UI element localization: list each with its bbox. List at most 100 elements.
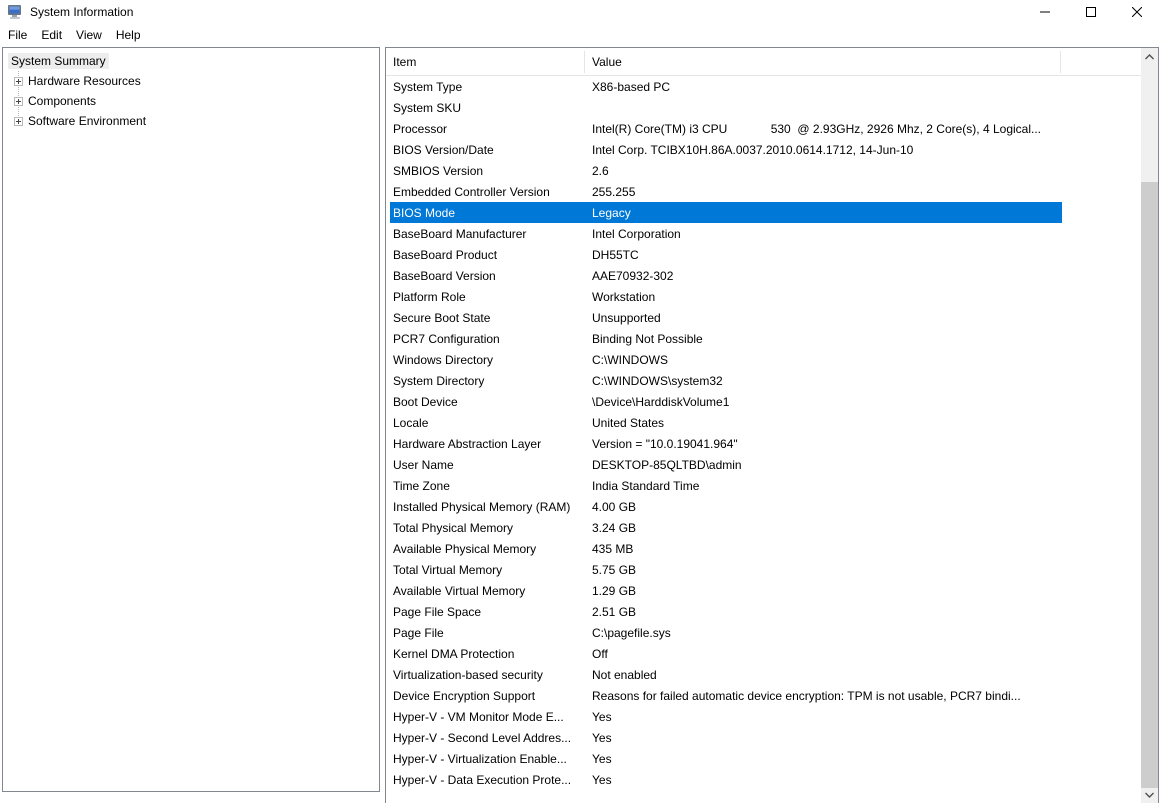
sidebar-item-label: Software Environment	[28, 114, 146, 128]
item-cell: Page File Space	[390, 605, 584, 619]
item-cell: SMBIOS Version	[390, 164, 584, 178]
item-cell: User Name	[390, 458, 584, 472]
table-row[interactable]: Hyper-V - Virtualization Enable...Yes	[390, 748, 1062, 769]
table-row[interactable]: Available Physical Memory435 MB	[390, 538, 1062, 559]
scroll-up-icon[interactable]	[1141, 48, 1158, 65]
item-cell: System Directory	[390, 374, 584, 388]
table-row[interactable]: SMBIOS Version2.6	[390, 160, 1062, 181]
value-cell: Off	[584, 647, 1052, 661]
table-row[interactable]: User NameDESKTOP-85QLTBD\admin	[390, 454, 1062, 475]
value-cell: Binding Not Possible	[584, 332, 1052, 346]
table-row[interactable]: BIOS ModeLegacy	[390, 202, 1062, 223]
table-row[interactable]: Secure Boot StateUnsupported	[390, 307, 1062, 328]
table-row[interactable]: PCR7 ConfigurationBinding Not Possible	[390, 328, 1062, 349]
expand-plus-icon[interactable]	[14, 77, 23, 86]
item-cell: Hyper-V - Data Execution Prote...	[390, 773, 584, 787]
table-row[interactable]: Windows DirectoryC:\WINDOWS	[390, 349, 1062, 370]
menu-help[interactable]: Help	[116, 28, 141, 42]
sidebar-item-label: Hardware Resources	[28, 74, 141, 88]
table-row[interactable]: Page FileC:\pagefile.sys	[390, 622, 1062, 643]
table-row[interactable]: System SKU	[390, 97, 1062, 118]
sidebar-item-label: Components	[28, 94, 96, 108]
table-row[interactable]: Available Virtual Memory1.29 GB	[390, 580, 1062, 601]
value-cell: Workstation	[584, 290, 1052, 304]
table-row[interactable]: Hyper-V - Data Execution Prote...Yes	[390, 769, 1062, 790]
system-information-app-icon	[7, 4, 24, 20]
value-cell: Reasons for failed automatic device encr…	[584, 689, 1052, 703]
table-row[interactable]: BIOS Version/DateIntel Corp. TCIBX10H.86…	[390, 139, 1062, 160]
value-cell: 5.75 GB	[584, 563, 1052, 577]
scrollbar-thumb[interactable]	[1141, 182, 1158, 788]
scroll-down-icon[interactable]	[1141, 786, 1158, 803]
column-divider[interactable]	[584, 51, 585, 73]
table-row[interactable]: BaseBoard VersionAAE70932-302	[390, 265, 1062, 286]
sidebar-item-components[interactable]: Components	[3, 91, 379, 111]
value-cell: C:\WINDOWS	[584, 353, 1052, 367]
column-header-item[interactable]: Item	[393, 55, 416, 69]
item-cell: BaseBoard Manufacturer	[390, 227, 584, 241]
item-cell: Time Zone	[390, 479, 584, 493]
item-cell: Platform Role	[390, 290, 584, 304]
menu-edit[interactable]: Edit	[41, 28, 62, 42]
table-row[interactable]: Hyper-V - Second Level Addres...Yes	[390, 727, 1062, 748]
table-row[interactable]: Embedded Controller Version255.255	[390, 181, 1062, 202]
column-header-value[interactable]: Value	[592, 55, 622, 69]
table-row[interactable]: Boot Device\Device\HarddiskVolume1	[390, 391, 1062, 412]
value-cell: India Standard Time	[584, 479, 1052, 493]
expand-plus-icon[interactable]	[14, 97, 23, 106]
column-divider[interactable]	[1060, 51, 1061, 73]
table-row[interactable]: BaseBoard ProductDH55TC	[390, 244, 1062, 265]
tree-children: Hardware Resources Components Software Env…	[3, 71, 379, 131]
table-row[interactable]: Time ZoneIndia Standard Time	[390, 475, 1062, 496]
table-row[interactable]: Hyper-V - VM Monitor Mode E...Yes	[390, 706, 1062, 727]
value-cell: Legacy	[584, 206, 1052, 220]
tree-root-label: System Summary	[8, 53, 109, 69]
menu-file[interactable]: File	[8, 28, 27, 42]
table-row[interactable]: Device Encryption SupportReasons for fai…	[390, 685, 1062, 706]
item-cell: Hyper-V - Second Level Addres...	[390, 731, 584, 745]
table-row[interactable]: Total Virtual Memory5.75 GB	[390, 559, 1062, 580]
table-row[interactable]: Total Physical Memory3.24 GB	[390, 517, 1062, 538]
minimize-button[interactable]	[1022, 0, 1068, 23]
table-row[interactable]: Kernel DMA ProtectionOff	[390, 643, 1062, 664]
value-cell: \Device\HarddiskVolume1	[584, 395, 1052, 409]
item-cell: Boot Device	[390, 395, 584, 409]
table-row[interactable]: Installed Physical Memory (RAM)4.00 GB	[390, 496, 1062, 517]
table-row[interactable]: BaseBoard ManufacturerIntel Corporation	[390, 223, 1062, 244]
category-tree-pane: System Summary Hardware Resources Compone…	[2, 47, 380, 792]
table-row[interactable]: Virtualization-based securityNot enabled	[390, 664, 1062, 685]
sidebar-item-software-environment[interactable]: Software Environment	[3, 111, 379, 131]
item-cell: Hardware Abstraction Layer	[390, 437, 584, 451]
item-cell: Hyper-V - VM Monitor Mode E...	[390, 710, 584, 724]
table-row[interactable]: Page File Space2.51 GB	[390, 601, 1062, 622]
item-cell: Locale	[390, 416, 584, 430]
item-cell: PCR7 Configuration	[390, 332, 584, 346]
list-rows: System TypeX86-based PCSystem SKUProcess…	[386, 76, 1141, 790]
value-cell: 3.24 GB	[584, 521, 1052, 535]
value-cell: 435 MB	[584, 542, 1052, 556]
table-row[interactable]: System DirectoryC:\WINDOWS\system32	[390, 370, 1062, 391]
value-cell: United States	[584, 416, 1052, 430]
item-cell: System Type	[390, 80, 584, 94]
table-row[interactable]: System TypeX86-based PC	[390, 76, 1062, 97]
menu-view[interactable]: View	[76, 28, 102, 42]
item-cell: Virtualization-based security	[390, 668, 584, 682]
table-row[interactable]: Hardware Abstraction LayerVersion = "10.…	[390, 433, 1062, 454]
item-cell: Total Physical Memory	[390, 521, 584, 535]
expand-plus-icon[interactable]	[14, 117, 23, 126]
maximize-button[interactable]	[1068, 0, 1114, 23]
close-button[interactable]	[1114, 0, 1160, 23]
value-cell: 2.6	[584, 164, 1052, 178]
table-row[interactable]: Platform RoleWorkstation	[390, 286, 1062, 307]
value-cell: Not enabled	[584, 668, 1052, 682]
titlebar: System Information	[0, 0, 1160, 23]
sidebar-item-system-summary[interactable]: System Summary	[3, 51, 379, 71]
vertical-scrollbar[interactable]	[1141, 48, 1158, 803]
value-cell: DH55TC	[584, 248, 1052, 262]
table-row[interactable]: ProcessorIntel(R) Core(TM) i3 CPU 530 @ …	[390, 118, 1062, 139]
table-row[interactable]: LocaleUnited States	[390, 412, 1062, 433]
value-cell: 255.255	[584, 185, 1052, 199]
item-cell: Secure Boot State	[390, 311, 584, 325]
value-cell: Intel(R) Core(TM) i3 CPU 530 @ 2.93GHz, …	[584, 122, 1052, 136]
sidebar-item-hardware-resources[interactable]: Hardware Resources	[3, 71, 379, 91]
